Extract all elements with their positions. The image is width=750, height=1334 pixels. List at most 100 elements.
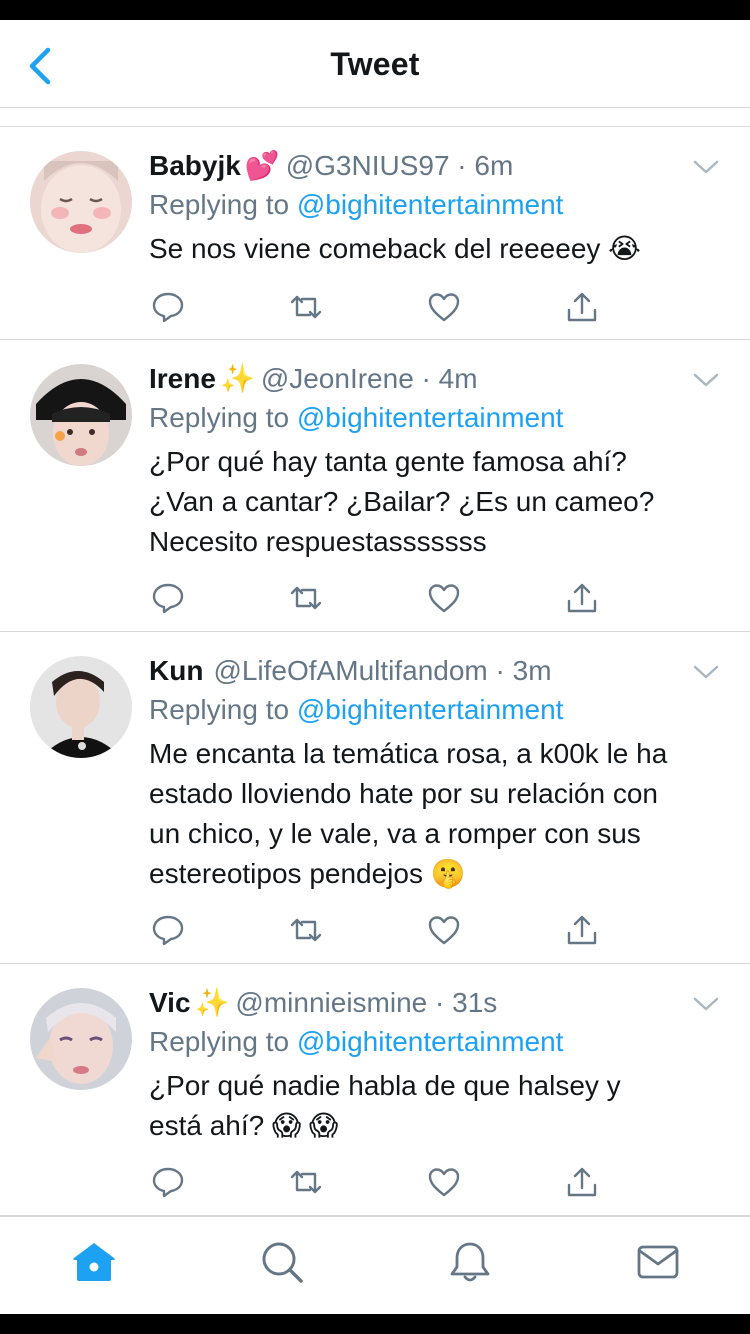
- reply-button[interactable]: [150, 1164, 186, 1200]
- search-icon: [262, 1242, 303, 1283]
- tweet-text: ¿Por qué nadie habla de que halsey y est…: [149, 1070, 621, 1141]
- reply-icon: [152, 1167, 184, 1198]
- mention-link[interactable]: @bighitentertainment: [297, 694, 564, 725]
- chevron-down-icon: [693, 665, 719, 679]
- timestamp: 4m: [438, 363, 478, 394]
- tab-search[interactable]: [259, 1239, 305, 1285]
- home-icon: [73, 1243, 115, 1281]
- share-button[interactable]: [564, 289, 600, 325]
- replying-prefix: Replying to: [149, 1026, 290, 1057]
- user-handle[interactable]: @G3NIUS97: [286, 150, 450, 181]
- separator-dot: ·: [449, 150, 475, 181]
- share-button[interactable]: [564, 912, 600, 948]
- heart-icon: [428, 916, 460, 945]
- retweet-button[interactable]: [288, 1164, 324, 1200]
- avatar[interactable]: [30, 151, 132, 253]
- tweet-content: Vic ✨ @minnieismine · 31s Replying to @big…: [149, 984, 710, 1146]
- tweet-text: ¿Por qué hay tanta gente famosa ahí? ¿Va…: [149, 446, 655, 557]
- tab-notifications[interactable]: [447, 1239, 493, 1285]
- retweet-button[interactable]: [288, 580, 324, 616]
- tweet-header: Babyjk 💕 @G3NIUS97 · 6m: [149, 147, 710, 185]
- retweet-icon: [290, 586, 322, 610]
- share-icon: [567, 292, 597, 322]
- reply-icon: [152, 915, 184, 946]
- tweet-item[interactable]: Vic ✨ @minnieismine · 31s Replying to @big…: [0, 964, 750, 1216]
- timestamp: 31s: [452, 987, 498, 1018]
- more-options-button[interactable]: [692, 370, 720, 390]
- retweet-icon: [290, 295, 322, 319]
- more-options-button[interactable]: [692, 994, 720, 1014]
- top-navigation-bar: Tweet: [0, 20, 750, 108]
- name-emoji: ✨: [219, 363, 255, 394]
- tweet-actions: [150, 289, 610, 329]
- user-handle[interactable]: @minnieismine: [235, 987, 427, 1018]
- divider: [0, 109, 750, 127]
- user-handle[interactable]: @LifeOfAMultifandom: [213, 655, 487, 686]
- reply-icon: [152, 583, 184, 614]
- replying-to-line: Replying to @bighitentertainment: [149, 690, 710, 730]
- share-button[interactable]: [564, 1164, 600, 1200]
- tweet-item[interactable]: Babyjk 💕 @G3NIUS97 · 6m Replying to @bighi…: [0, 127, 750, 340]
- retweet-button[interactable]: [288, 289, 324, 325]
- display-name[interactable]: Kun: [149, 655, 203, 686]
- chevron-down-icon: [693, 373, 719, 387]
- tweet-header: Kun @LifeOfAMultifandom · 3m: [149, 652, 710, 690]
- reply-icon: [152, 292, 184, 323]
- chevron-down-icon: [693, 160, 719, 174]
- reply-button[interactable]: [150, 580, 186, 616]
- retweet-icon: [290, 918, 322, 942]
- replying-prefix: Replying to: [149, 694, 290, 725]
- display-name[interactable]: Vic: [149, 987, 191, 1018]
- display-name[interactable]: Babyjk: [149, 150, 241, 181]
- like-button[interactable]: [426, 580, 462, 616]
- display-name[interactable]: Irene: [149, 363, 216, 394]
- tweet-header: Irene ✨ @JeonIrene · 4m: [149, 360, 710, 398]
- avatar[interactable]: [30, 364, 132, 466]
- avatar[interactable]: [30, 656, 132, 758]
- user-handle[interactable]: @JeonIrene: [261, 363, 414, 394]
- tweet-content: Babyjk 💕 @G3NIUS97 · 6m Replying to @bighi…: [149, 147, 710, 269]
- name-emoji: 💕: [244, 150, 280, 181]
- tweet-text: Se nos viene comeback del reeeeey 😭: [149, 233, 641, 264]
- retweet-icon: [290, 1170, 322, 1194]
- replying-to-line: Replying to @bighitentertainment: [149, 185, 710, 225]
- share-icon: [567, 1167, 597, 1197]
- reply-button[interactable]: [150, 289, 186, 325]
- heart-icon: [428, 293, 460, 322]
- avatar[interactable]: [30, 988, 132, 1090]
- heart-icon: [428, 1168, 460, 1197]
- bottom-tab-bar: [0, 1216, 750, 1314]
- like-button[interactable]: [426, 289, 462, 325]
- separator-dot: ·: [427, 987, 453, 1018]
- timestamp: 3m: [512, 655, 552, 686]
- tweet-text: Me encanta la temática rosa, a k00k le h…: [149, 738, 668, 889]
- mention-link[interactable]: @bighitentertainment: [297, 402, 564, 433]
- tweet-content: Kun @LifeOfAMultifandom · 3m Replying to …: [149, 652, 710, 894]
- tab-messages[interactable]: [635, 1239, 681, 1285]
- like-button[interactable]: [426, 912, 462, 948]
- reply-list: Babyjk 💕 @G3NIUS97 · 6m Replying to @bighi…: [0, 109, 750, 1216]
- tweet-item[interactable]: Irene ✨ @JeonIrene · 4m Replying to @bighi…: [0, 340, 750, 632]
- like-button[interactable]: [426, 1164, 462, 1200]
- more-options-button[interactable]: [692, 662, 720, 682]
- retweet-button[interactable]: [288, 912, 324, 948]
- tweet-actions: [150, 912, 610, 952]
- tweet-item[interactable]: Kun @LifeOfAMultifandom · 3m Replying to …: [0, 632, 750, 964]
- timestamp: 6m: [474, 150, 514, 181]
- tweet-actions: [150, 580, 610, 620]
- tweet-actions: [150, 1164, 610, 1204]
- separator-dot: ·: [413, 363, 439, 394]
- share-button[interactable]: [564, 580, 600, 616]
- mention-link[interactable]: @bighitentertainment: [297, 189, 564, 220]
- page-title: Tweet: [330, 46, 420, 82]
- replying-to-line: Replying to @bighitentertainment: [149, 398, 710, 438]
- mail-icon: [637, 1245, 679, 1279]
- replying-to-line: Replying to @bighitentertainment: [149, 1022, 710, 1062]
- replying-prefix: Replying to: [149, 402, 290, 433]
- share-icon: [567, 583, 597, 613]
- mention-link[interactable]: @bighitentertainment: [297, 1026, 564, 1057]
- more-options-button[interactable]: [692, 157, 720, 177]
- name-emoji: ✨: [194, 987, 230, 1018]
- tab-home[interactable]: [71, 1239, 117, 1285]
- reply-button[interactable]: [150, 912, 186, 948]
